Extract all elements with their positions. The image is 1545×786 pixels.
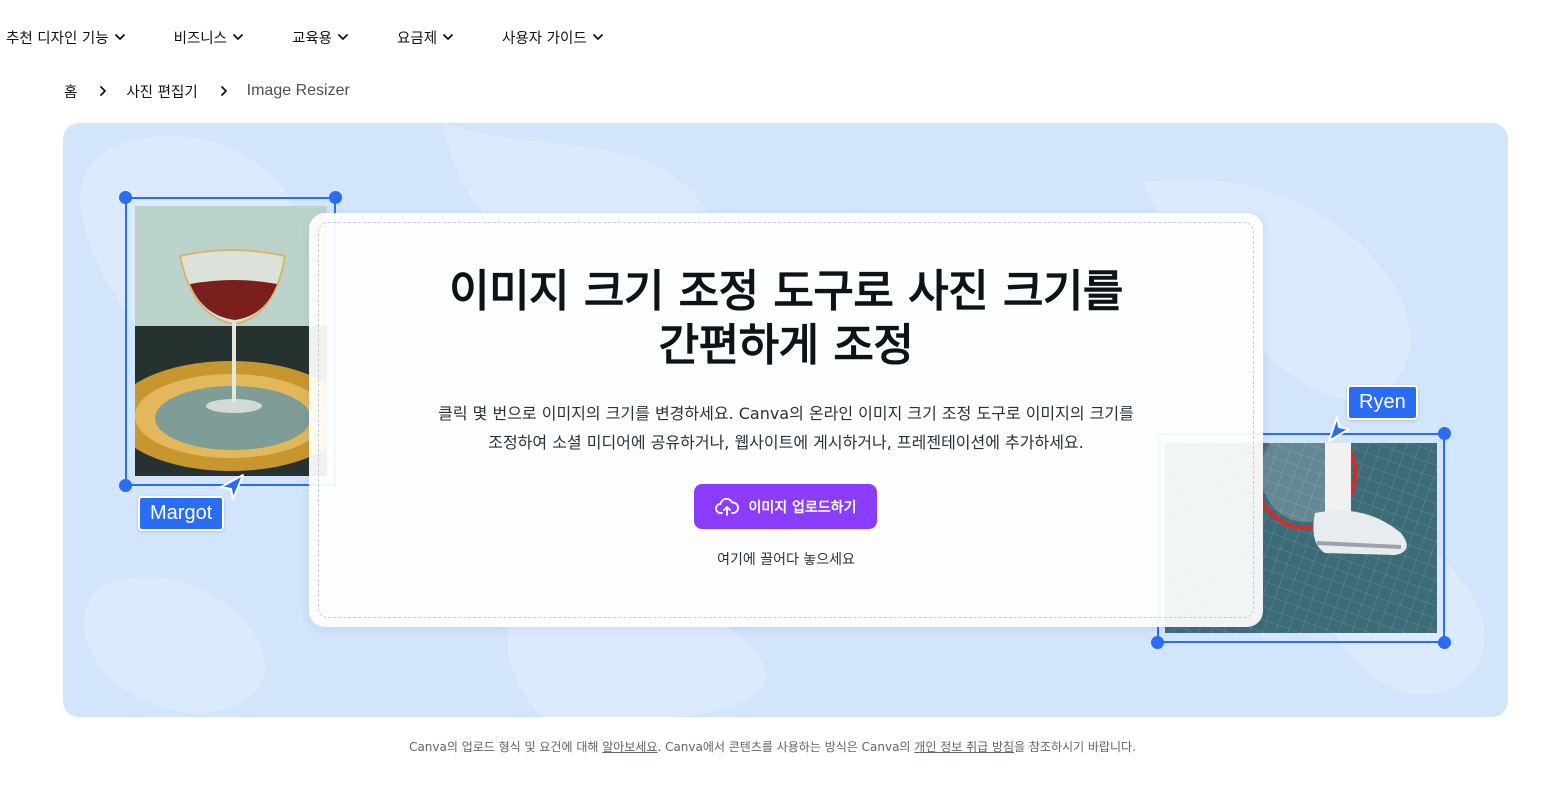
breadcrumb-home-link[interactable]: 홈 xyxy=(64,81,77,102)
nav-item-label: 교육용 xyxy=(291,30,333,47)
resize-handle[interactable] xyxy=(1151,636,1164,649)
upload-card: 이미지 크기 조정 도구로 사진 크기를 간편하게 조정 클릭 몇 번으로 이미… xyxy=(309,213,1263,627)
chevron-down-icon xyxy=(233,34,243,40)
breadcrumb-current-page: Image Resizer xyxy=(246,82,350,99)
hero-title-line: 이미지 크기 조정 도구로 사진 크기를 xyxy=(449,266,1123,317)
hero-title-line: 간편하게 조정 xyxy=(658,320,914,371)
nav-item-business[interactable]: 비즈니스 xyxy=(174,27,244,48)
breadcrumb-photo-editor-link[interactable]: 사진 편집기 xyxy=(126,81,197,102)
nav-item-label: 사용자 가이드 xyxy=(502,30,587,47)
hero-description-line: 클릭 몇 번으로 이미지의 크기를 변경하세요. Canva의 온라인 이미지 … xyxy=(438,404,1134,423)
privacy-policy-link[interactable]: 개인 정보 취급 방침 xyxy=(914,740,1014,754)
hero-description-line: 조정하여 소셜 미디어에 공유하거나, 웹사이트에 게시하거나, 프레젠테이션에… xyxy=(488,433,1084,452)
hero-description: 클릭 몇 번으로 이미지의 크기를 변경하세요. Canva의 온라인 이미지 … xyxy=(369,399,1203,457)
chevron-down-icon xyxy=(338,34,348,40)
resize-handle[interactable] xyxy=(1438,427,1451,440)
resize-handle[interactable] xyxy=(329,191,342,204)
learn-more-link[interactable]: 알아보세요 xyxy=(602,740,657,754)
footer-text: 을 참조하시기 바랍니다. xyxy=(1014,740,1136,754)
chevron-right-icon xyxy=(100,86,107,96)
upload-button-label: 이미지 업로드하기 xyxy=(748,499,857,516)
top-navigation: 추천 디자인 기능 비즈니스 교육용 요금제 사용자 가이드 xyxy=(6,24,604,50)
chevron-down-icon xyxy=(114,34,125,40)
left-image-selection-box[interactable] xyxy=(125,197,336,486)
nav-item-education[interactable]: 교육용 xyxy=(292,27,349,48)
upload-image-button[interactable]: 이미지 업로드하기 xyxy=(694,484,877,529)
chevron-down-icon xyxy=(443,34,453,40)
hero-title: 이미지 크기 조정 도구로 사진 크기를 간편하게 조정 xyxy=(309,265,1263,373)
upload-terms-note: Canva의 업로드 형식 및 요건에 대해 알아보세요. Canva에서 콘텐… xyxy=(0,738,1545,755)
chevron-right-icon xyxy=(220,86,227,96)
footer-text: . Canva에서 콘텐츠를 사용하는 방식은 Canva의 xyxy=(657,740,915,754)
nav-item-featured-design[interactable]: 추천 디자인 기능 xyxy=(6,27,126,48)
nav-item-label: 요금제 xyxy=(397,30,438,47)
resize-handle[interactable] xyxy=(1438,636,1451,649)
resize-handle[interactable] xyxy=(119,191,132,204)
nav-item-label: 추천 디자인 기능 xyxy=(6,30,109,47)
nav-item-pricing[interactable]: 요금제 xyxy=(397,27,454,48)
cloud-upload-icon xyxy=(714,497,739,516)
drop-hint-text: 여기에 끌어다 놓으세요 xyxy=(717,552,855,568)
nav-item-label: 비즈니스 xyxy=(173,30,227,47)
footer-text: Canva의 업로드 형식 및 요건에 대해 xyxy=(409,740,603,754)
collaborator-tag-ryen: Ryen xyxy=(1347,385,1418,420)
collaborator-tag-margot: Margot xyxy=(138,496,225,531)
breadcrumb: 홈 사진 편집기 Image Resizer xyxy=(64,80,350,102)
chevron-down-icon xyxy=(592,34,603,40)
nav-item-user-guide[interactable]: 사용자 가이드 xyxy=(502,27,604,48)
resize-handle[interactable] xyxy=(119,479,132,492)
